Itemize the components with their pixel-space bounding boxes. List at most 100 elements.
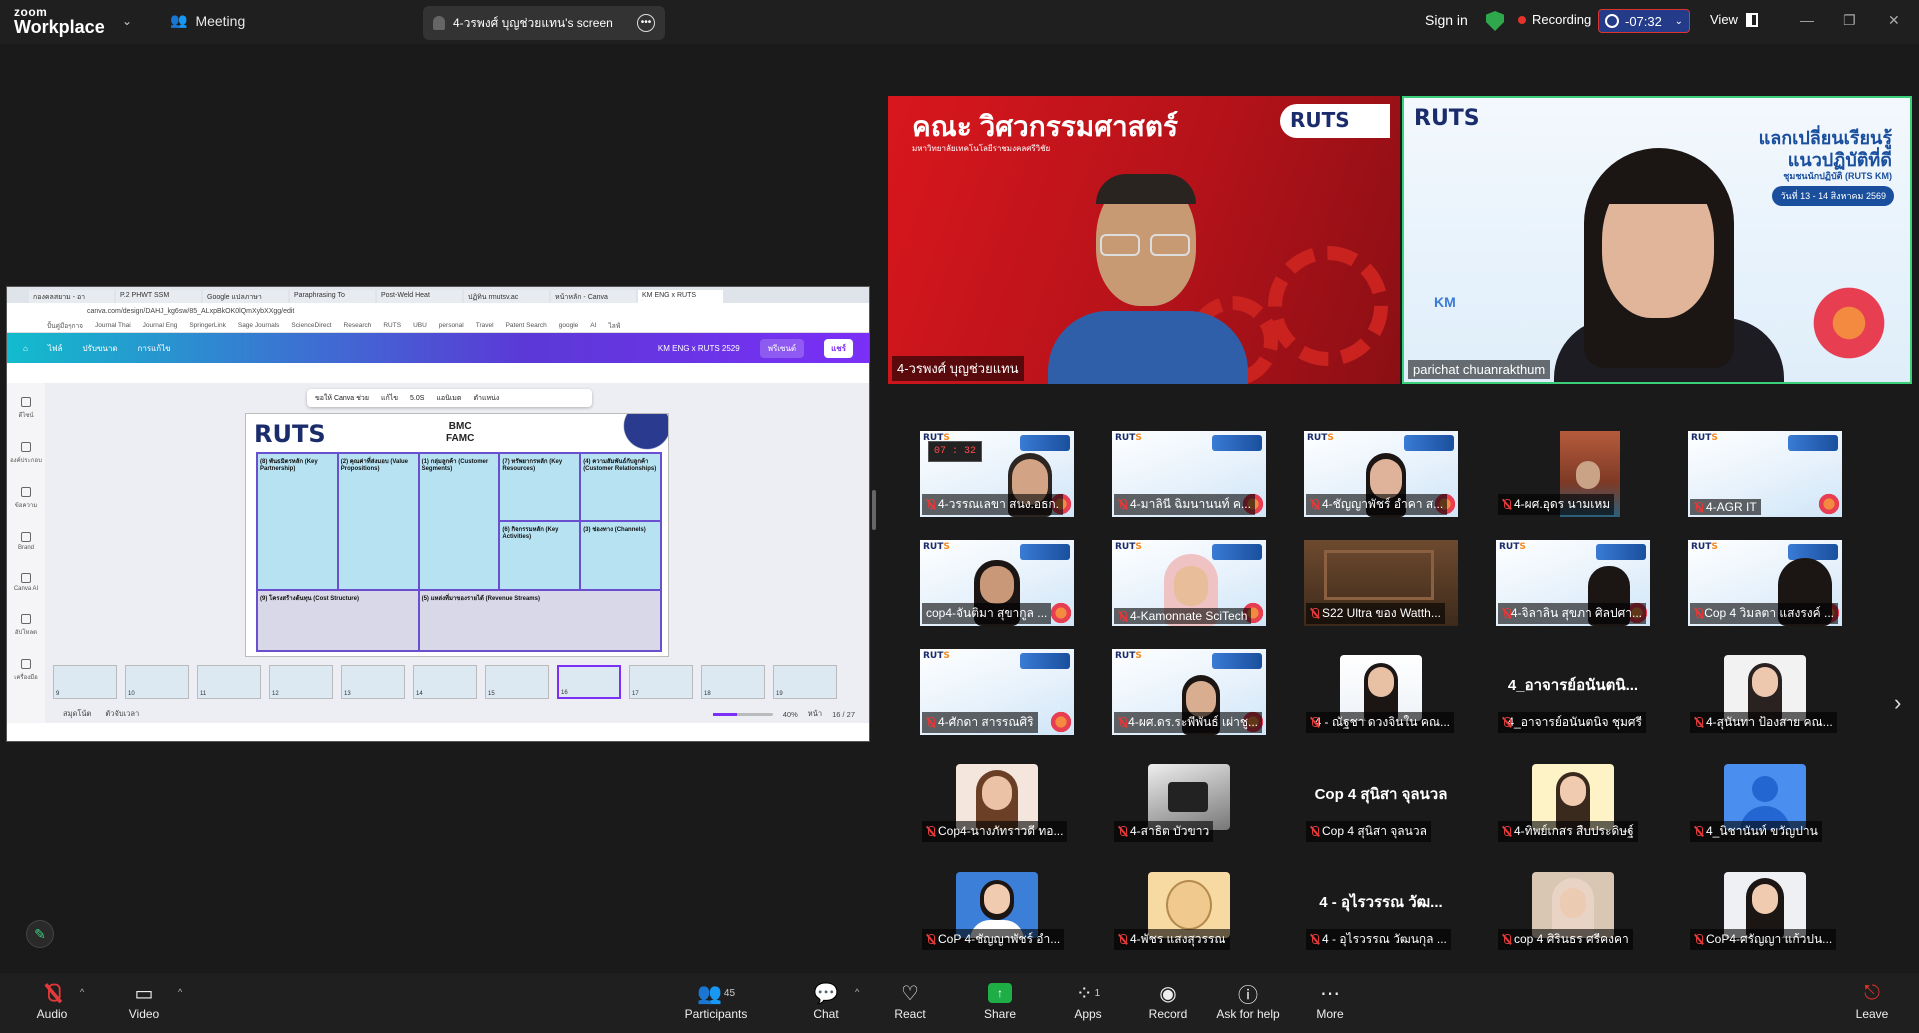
- slide-thumbnail[interactable]: 18: [701, 665, 765, 699]
- annotate-pencil-icon[interactable]: ✎: [26, 920, 54, 948]
- slide-thumbnail[interactable]: 10: [125, 665, 189, 699]
- chat-button[interactable]: 💬 Chat: [786, 979, 866, 1022]
- participant-tile[interactable]: 4 - ณัฐชา ดวงจินใน คณ...: [1304, 649, 1458, 735]
- canva-side-item[interactable]: องค์ประกอบ: [10, 442, 42, 465]
- timer-button[interactable]: ตัวจับเวลา: [105, 708, 139, 720]
- participant-tile[interactable]: 4-สุนันทา ป้องสาย คณ...: [1688, 649, 1842, 735]
- participant-tile[interactable]: RUTS 4-AGR IT: [1688, 431, 1842, 517]
- canva-side-item[interactable]: Brand: [18, 532, 34, 551]
- chevron-right-icon[interactable]: ›: [1894, 690, 1901, 716]
- browser-tab[interactable]: Paraphrasing To: [290, 290, 375, 303]
- notes-button[interactable]: สมุดโน้ต: [63, 708, 91, 720]
- canva-menu-file[interactable]: ไฟล์: [48, 342, 63, 355]
- bookmark[interactable]: Journal Thai: [95, 322, 131, 329]
- participant-tile[interactable]: S22 Ultra ของ Watth...: [1304, 540, 1458, 626]
- page-label[interactable]: หน้า: [808, 708, 822, 720]
- participant-tile[interactable]: RUTS cop4-จันติมา สุขากูล ...: [920, 540, 1074, 626]
- slide-thumbnail[interactable]: 19: [773, 665, 837, 699]
- shield-check-icon[interactable]: [1486, 11, 1504, 31]
- home-icon[interactable]: ⌂: [23, 344, 28, 353]
- browser-tab[interactable]: หน้าหลัก - Canva: [551, 290, 636, 303]
- participant-tile[interactable]: CoP4-ศรัญญา แก้วปน...: [1688, 866, 1842, 952]
- participant-tile[interactable]: RUTS 07 : 32 4-วรรณเลขา สนง.อธก.: [920, 431, 1074, 517]
- participant-tile[interactable]: 4-พัชร แสงสุวรรณ: [1112, 866, 1266, 952]
- canva-menu-edit[interactable]: การแก้ไข: [138, 342, 171, 355]
- sign-in-button[interactable]: Sign in: [1425, 12, 1468, 28]
- bookmark[interactable]: Journal Eng: [143, 322, 178, 329]
- slide-thumbnail[interactable]: 12: [269, 665, 333, 699]
- close-icon[interactable]: ✕: [1888, 12, 1900, 29]
- slide-thumbnail[interactable]: 14: [413, 665, 477, 699]
- slide-canvas[interactable]: RUTS BMC FAMC (8) พันธมิตรหลัก (Key Part…: [245, 413, 669, 657]
- minimize-icon[interactable]: —: [1800, 12, 1814, 28]
- speaker-video-1[interactable]: คณะ วิศวกรรมศาสตร์ มหาวิทยาลัยเทคโนโลยีร…: [888, 96, 1400, 384]
- bookmark[interactable]: UBU: [413, 322, 427, 329]
- canva-side-item[interactable]: Canva AI: [14, 573, 38, 592]
- more-button[interactable]: ⋯ More: [1290, 979, 1370, 1022]
- participant-tile[interactable]: 4_อาจารย์อนันตนิ... 4_อาจารย์อนันตนิจ ชุ…: [1496, 649, 1650, 735]
- canva-ai-button[interactable]: ขอให้ Canva ช่วย: [315, 393, 369, 404]
- canva-doc-title[interactable]: KM ENG x RUTS 2529: [658, 344, 740, 353]
- react-button[interactable]: ♡ React: [870, 979, 950, 1022]
- address-bar[interactable]: canva.com/design/DAHJ_kg6sw/85_ALxpBkOK0…: [7, 303, 869, 319]
- participant-tile[interactable]: Cop 4 สุนิสา จุลนวล Cop 4 สุนิสา จุลนวล: [1304, 758, 1458, 844]
- participant-tile[interactable]: RUTS 4-ศักดา สารรณศิริ: [920, 649, 1074, 735]
- ask-for-help-button[interactable]: ⓘ Ask for help: [1208, 979, 1288, 1022]
- slide-thumbnail[interactable]: 17: [629, 665, 693, 699]
- canva-side-item[interactable]: เครื่องมือ: [14, 659, 38, 682]
- browser-tab[interactable]: กองคลสยาม - อา: [29, 290, 114, 303]
- participants-button[interactable]: 👥 45 Participants: [676, 979, 756, 1022]
- meeting-timer[interactable]: -07:32 ⌄: [1598, 9, 1690, 33]
- canva-present-button[interactable]: พรีเซนต์: [759, 338, 805, 358]
- bookmark[interactable]: personal: [439, 322, 464, 329]
- participant-tile[interactable]: Cop4-นางภัทราวดี ทอ...: [920, 758, 1074, 844]
- chevron-up-icon[interactable]: ^: [855, 987, 859, 997]
- shared-screen[interactable]: กองคลสยาม - อา P.2 PHWT SSM Google แปลภา…: [6, 286, 870, 742]
- bookmark[interactable]: Sage Journals: [238, 322, 280, 329]
- browser-tab[interactable]: P.2 PHWT SSM: [116, 290, 201, 303]
- meeting-button[interactable]: 👥 Meeting: [170, 12, 245, 29]
- participant-tile[interactable]: RUTS 4-มาลินี ฉิมนานนท์ ค...: [1112, 431, 1266, 517]
- apps-button[interactable]: ⁘ 1 Apps: [1048, 979, 1128, 1022]
- participant-tile[interactable]: RUTS 4-ผศ.ดร.ระพีพันธ์ เผ่าชู...: [1112, 649, 1266, 735]
- participant-tile[interactable]: RUTS 4-ชัญญาพัชร์ อำคา ส...: [1304, 431, 1458, 517]
- slide-thumbnail[interactable]: 11: [197, 665, 261, 699]
- chevron-down-icon[interactable]: ⌄: [122, 14, 132, 28]
- bookmark[interactable]: SpringerLink: [189, 322, 226, 329]
- split-divider-handle[interactable]: [872, 490, 876, 530]
- bookmark[interactable]: google: [559, 322, 579, 329]
- bookmark[interactable]: ปั้นคู่มือๆกาจ: [47, 321, 83, 331]
- participant-tile[interactable]: RUTS Cop 4 วิมลตา แสงรงค์ ...: [1688, 540, 1842, 626]
- shared-screen-tab[interactable]: 4-วรพงศ์ บุญช่วยแทน's screen •••: [423, 6, 665, 40]
- browser-tab-active[interactable]: KM ENG x RUTS: [638, 290, 723, 303]
- chevron-up-icon[interactable]: ^: [80, 987, 84, 997]
- participant-tile[interactable]: 4-สาธิต บัวขาว: [1112, 758, 1266, 844]
- bookmark[interactable]: Travel: [476, 322, 494, 329]
- audio-button[interactable]: Audio: [12, 979, 92, 1021]
- slide-thumbnail[interactable]: 15: [485, 665, 549, 699]
- participant-tile[interactable]: 4-ทิพย์เกสร สืบประดิษฐ์: [1496, 758, 1650, 844]
- share-button[interactable]: ↑ Share: [960, 979, 1040, 1021]
- zoom-value[interactable]: 40%: [783, 710, 798, 719]
- leave-button[interactable]: ⎋ Leave: [1832, 979, 1912, 1022]
- slide-thumbnail[interactable]: 9: [53, 665, 117, 699]
- bookmark[interactable]: AI: [590, 322, 596, 329]
- bookmark[interactable]: RUTS: [383, 322, 401, 329]
- more-options-icon[interactable]: •••: [637, 14, 655, 32]
- zoom-logo[interactable]: zoom Workplace: [14, 6, 105, 36]
- canva-side-item[interactable]: อัปโหลด: [15, 614, 37, 637]
- participant-tile[interactable]: 4-ผศ.อุดร นามเหม: [1496, 431, 1650, 517]
- canva-duration-button[interactable]: 5.0S: [410, 395, 424, 402]
- view-button[interactable]: View: [1710, 12, 1758, 27]
- participant-tile[interactable]: 4_นิชานันท์ ขวัญปาน: [1688, 758, 1842, 844]
- canva-share-button[interactable]: แชร์: [824, 338, 853, 358]
- speaker-video-2[interactable]: RUTS แลกเปลี่ยนเรียนรู้ แนวปฏิบัติที่ดี …: [1402, 96, 1912, 384]
- participant-tile[interactable]: CoP 4-ชัญญาพัชร์ อำ...: [920, 866, 1074, 952]
- canva-animate-button[interactable]: แอนิเมต: [436, 393, 461, 404]
- participant-tile[interactable]: RUTS 4-จิลาลิน สุขภา ศิลปศา...: [1496, 540, 1650, 626]
- zoom-slider[interactable]: [712, 712, 773, 716]
- chevron-up-icon[interactable]: ^: [178, 987, 182, 997]
- slide-thumbnail-selected[interactable]: 16: [557, 665, 621, 699]
- bookmark[interactable]: Research: [344, 322, 372, 329]
- record-button[interactable]: ◉ Record: [1128, 979, 1208, 1022]
